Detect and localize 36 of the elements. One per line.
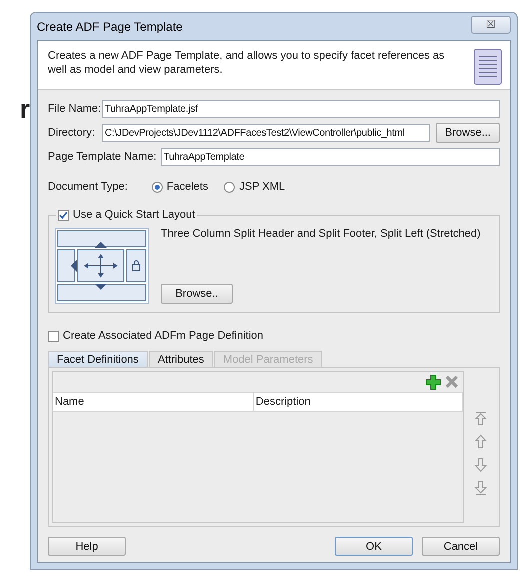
move-up-icon[interactable]: [474, 434, 488, 450]
checkbox-label: Create Associated ADFm Page Definition: [63, 330, 264, 342]
close-button[interactable]: ☒: [471, 16, 511, 34]
delete-icon[interactable]: [445, 375, 459, 389]
move-to-top-icon[interactable]: [474, 411, 488, 427]
ok-button[interactable]: OK: [335, 537, 413, 556]
field-label: Document Type:: [48, 181, 128, 193]
help-button[interactable]: Help: [48, 537, 126, 556]
layout-name: Three Column Split Header and Split Footer, Split Left (Stretched): [161, 228, 481, 240]
tab[interactable]: Facet Definitions: [48, 351, 148, 367]
description-text: Creates a new ADF Page Template, and allows you to specify facet references as well as model and view parameters.: [48, 49, 446, 77]
field-label: Page Template Name:: [48, 151, 157, 163]
window-title: Create ADF Page Template: [37, 20, 183, 34]
radio-button[interactable]: [152, 182, 163, 192]
column-header[interactable]: Name: [53, 393, 254, 411]
add-icon[interactable]: [426, 374, 441, 390]
background-text: r: [20, 96, 30, 122]
column-header[interactable]: Description: [254, 393, 463, 411]
move-to-bottom-icon[interactable]: [474, 480, 488, 496]
document-icon: [474, 49, 502, 85]
text-field[interactable]: TuhraAppTemplate.jsf: [102, 100, 500, 118]
move-down-icon[interactable]: [474, 457, 488, 473]
cancel-button[interactable]: Cancel: [422, 537, 500, 556]
field-label: File Name:: [48, 103, 98, 115]
browse-button[interactable]: Browse..: [161, 284, 233, 304]
text-field[interactable]: C:\JDevProjects\JDev1112\ADFFacesTest2\ViewController\public_html: [102, 124, 430, 142]
tab[interactable]: Attributes: [148, 351, 214, 367]
field-label: Directory:: [48, 127, 96, 139]
checkbox[interactable]: [58, 210, 69, 220]
text-field[interactable]: TuhraAppTemplate: [160, 148, 500, 166]
radio-button[interactable]: [224, 182, 236, 192]
radio-label: JSP XML: [239, 181, 286, 193]
browse-button[interactable]: Browse...: [436, 123, 500, 143]
checkbox[interactable]: [48, 330, 59, 342]
checkbox-label: Use a Quick Start Layout: [73, 209, 196, 221]
radio-label: Facelets: [166, 181, 208, 193]
